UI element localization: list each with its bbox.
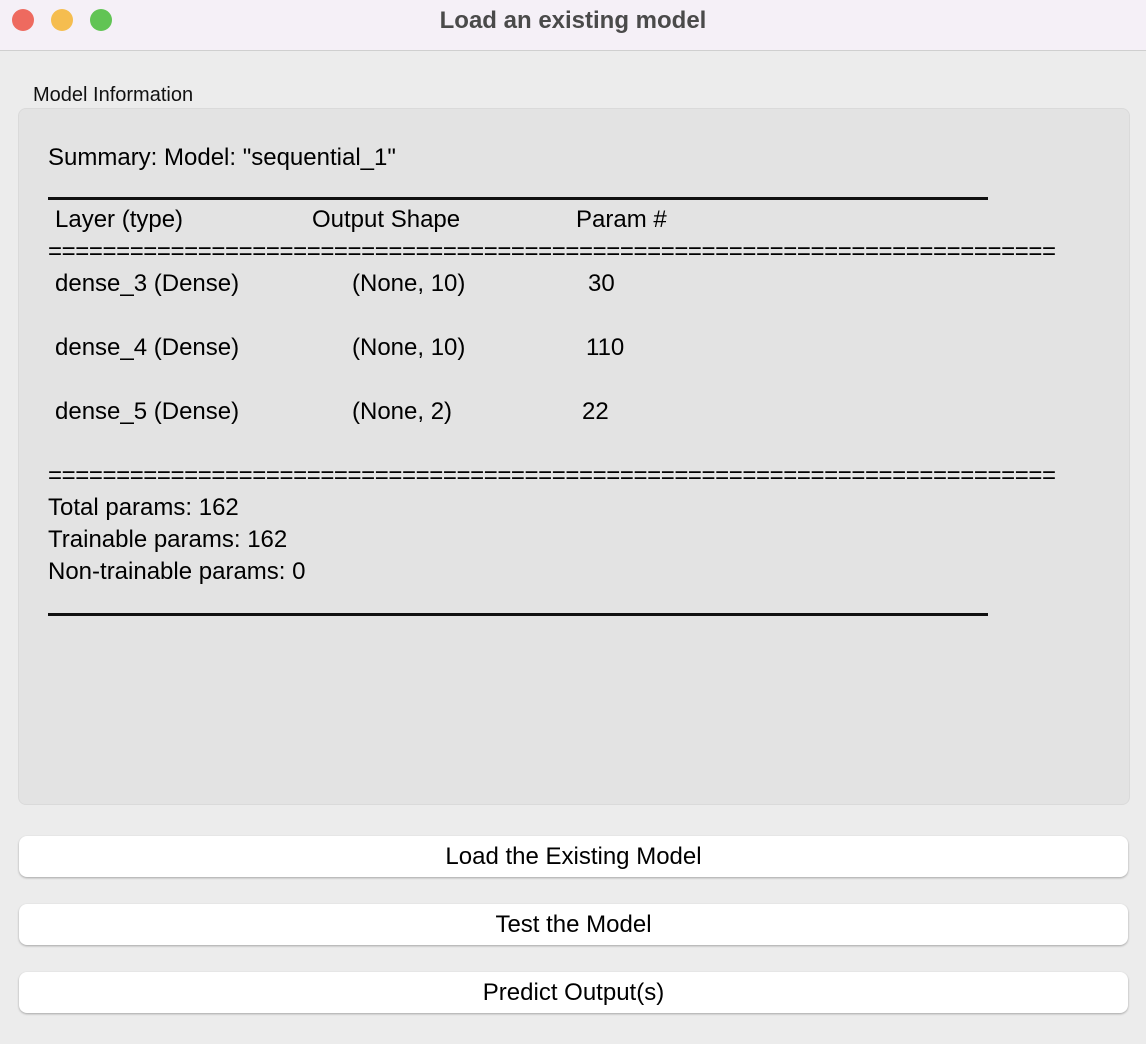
group-label: Model Information	[33, 84, 194, 106]
summary-title: Summary: Model: "sequential_1"	[48, 144, 396, 171]
separator-bottom: ========================================…	[48, 462, 1056, 489]
title-bar: Load an existing model	[0, 0, 1146, 51]
row-layer: dense_4 (Dense)	[55, 334, 240, 361]
row-output: (None, 10)	[352, 270, 466, 297]
window-title: Load an existing model	[439, 7, 707, 34]
row-param: 22	[582, 398, 609, 425]
row-output: (None, 2)	[352, 398, 453, 425]
bottom-rule	[48, 613, 988, 616]
row-layer: dense_5 (Dense)	[55, 398, 240, 425]
row-layer: dense_3 (Dense)	[55, 270, 240, 297]
model-info-panel	[18, 108, 1130, 805]
trainable-params: Trainable params: 162	[48, 526, 288, 553]
predict-output-button[interactable]: Predict Output(s)	[19, 972, 1128, 1013]
header-param: Param #	[576, 206, 667, 233]
top-rule	[48, 197, 988, 200]
non-trainable-params: Non-trainable params: 0	[48, 558, 306, 585]
test-model-button[interactable]: Test the Model	[19, 904, 1128, 945]
separator-top: ========================================…	[48, 238, 1056, 265]
header-layer: Layer (type)	[55, 206, 184, 233]
row-param: 110	[586, 334, 625, 361]
header-output-shape: Output Shape	[312, 206, 461, 233]
total-params: Total params: 162	[48, 494, 239, 521]
row-param: 30	[588, 270, 615, 297]
row-output: (None, 10)	[352, 334, 466, 361]
load-model-button[interactable]: Load the Existing Model	[19, 836, 1128, 877]
